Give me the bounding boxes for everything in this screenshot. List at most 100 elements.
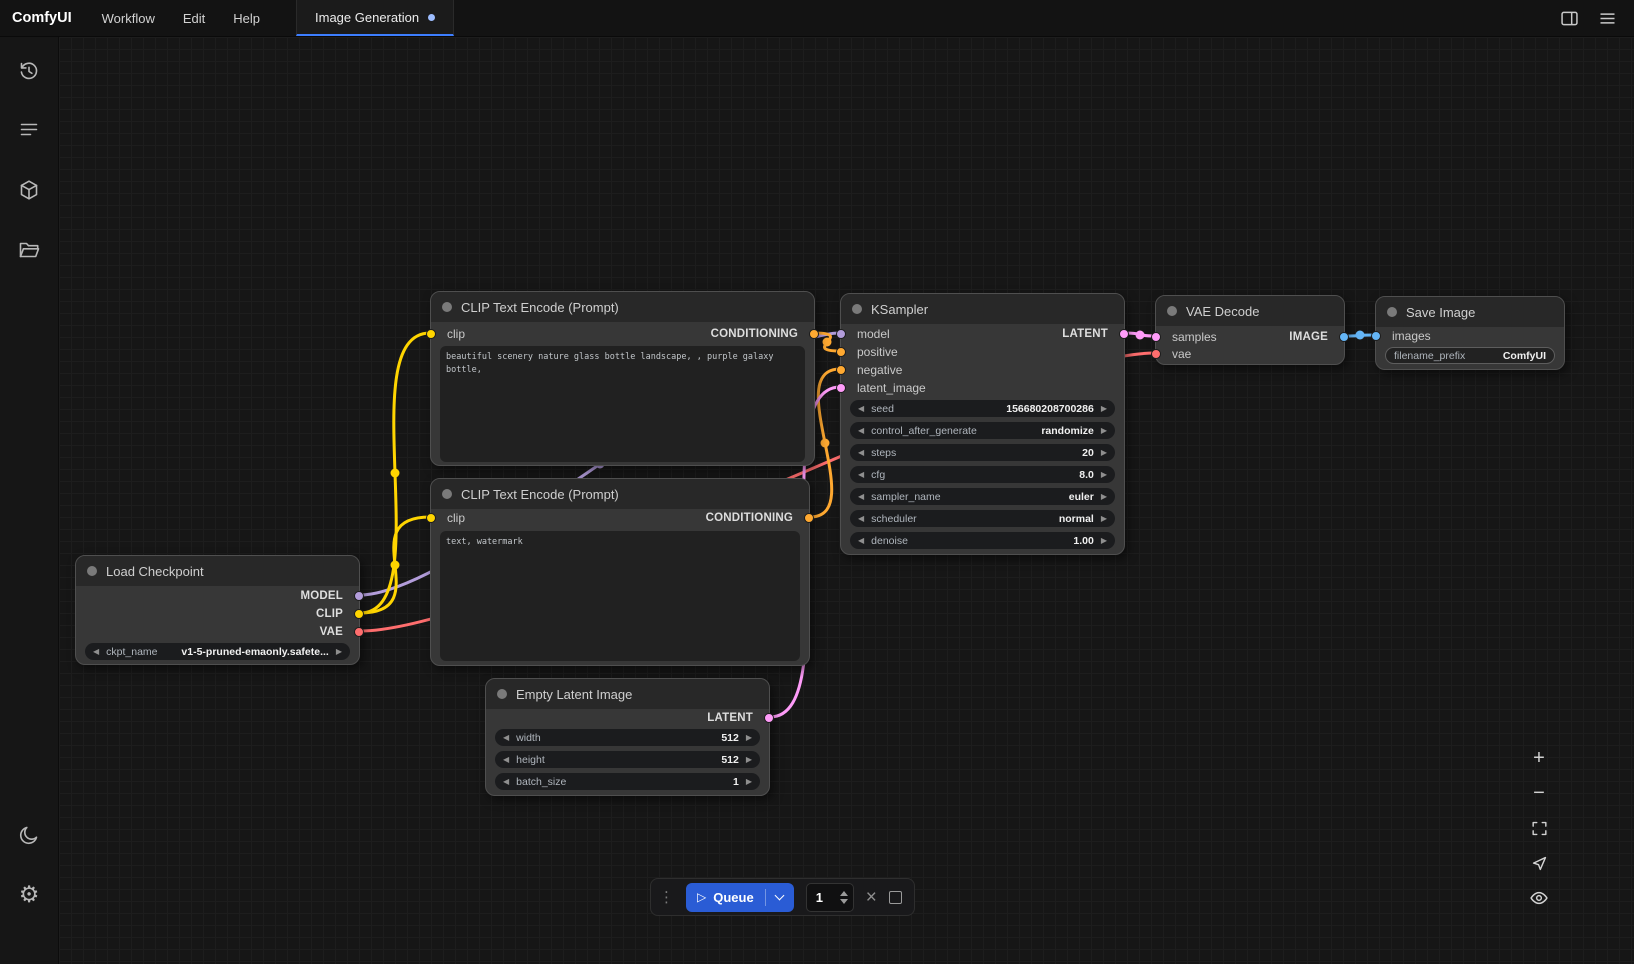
prev-arrow-icon[interactable]: ◀ <box>858 449 864 457</box>
node-graph-canvas[interactable]: Load Checkpoint MODEL CLIP VAE ◀ ckpt_na… <box>59 37 1634 964</box>
node-title-bar[interactable]: VAE Decode <box>1156 296 1344 326</box>
select-mode-pointer-icon[interactable] <box>1525 849 1553 877</box>
widget-height[interactable]: ◀ height 512 ▶ <box>495 751 760 768</box>
next-arrow-icon[interactable]: ▶ <box>1101 493 1107 501</box>
zoom-in-icon[interactable]: + <box>1525 744 1553 772</box>
node-load-checkpoint[interactable]: Load Checkpoint MODEL CLIP VAE ◀ ckpt_na… <box>75 555 360 665</box>
model-input-port[interactable] <box>836 329 846 339</box>
settings-gear-icon[interactable]: ⚙ <box>8 874 50 916</box>
prev-arrow-icon[interactable]: ◀ <box>858 537 864 545</box>
node-empty-latent-image[interactable]: Empty Latent Image LATENT ◀ width 512 ▶ … <box>485 678 770 796</box>
next-arrow-icon[interactable]: ▶ <box>336 648 342 656</box>
widget-control-after-generate[interactable]: ◀ control_after_generate randomize ▶ <box>850 422 1115 439</box>
node-title-bar[interactable]: CLIP Text Encode (Prompt) <box>431 479 809 509</box>
node-vae-decode[interactable]: VAE Decode samples vae IMAGE <box>1155 295 1345 365</box>
model-library-icon[interactable] <box>8 169 50 211</box>
stop-icon[interactable] <box>889 891 902 904</box>
drag-handle-icon[interactable]: ⋮ <box>659 888 674 906</box>
theme-toggle-moon-icon[interactable] <box>8 814 50 856</box>
node-title-bar[interactable]: Save Image <box>1376 297 1564 327</box>
image-output-port[interactable] <box>1339 332 1349 342</box>
prompt-textarea[interactable]: beautiful scenery nature glass bottle la… <box>440 346 805 462</box>
widget-batch-size[interactable]: ◀ batch_size 1 ▶ <box>495 773 760 790</box>
widget-ckpt-name[interactable]: ◀ ckpt_name v1-5-pruned-emaonly.safete..… <box>85 643 350 660</box>
vae-output-port[interactable] <box>354 627 364 637</box>
queue-options-dropdown[interactable] <box>766 895 794 899</box>
link-midpoint-dot[interactable] <box>391 469 400 478</box>
panel-toggle-icon[interactable] <box>1554 5 1584 31</box>
collapse-dot[interactable] <box>87 566 97 576</box>
prev-arrow-icon[interactable]: ◀ <box>858 515 864 523</box>
node-title-bar[interactable]: Load Checkpoint <box>76 556 359 586</box>
widget-width[interactable]: ◀ width 512 ▶ <box>495 729 760 746</box>
decrement-icon[interactable] <box>840 899 848 904</box>
increment-icon[interactable] <box>840 891 848 896</box>
collapse-dot[interactable] <box>442 302 452 312</box>
widget-filename-prefix[interactable]: filename_prefix ComfyUI <box>1385 347 1555 364</box>
prev-arrow-icon[interactable]: ◀ <box>858 427 864 435</box>
node-title-bar[interactable]: Empty Latent Image <box>486 679 769 709</box>
prev-arrow-icon[interactable]: ◀ <box>503 734 509 742</box>
next-arrow-icon[interactable]: ▶ <box>1101 515 1107 523</box>
menu-help[interactable]: Help <box>219 0 274 36</box>
next-arrow-icon[interactable]: ▶ <box>1101 471 1107 479</box>
link-midpoint-dot[interactable] <box>391 561 400 570</box>
prev-arrow-icon[interactable]: ◀ <box>858 405 864 413</box>
next-arrow-icon[interactable]: ▶ <box>1101 537 1107 545</box>
widget-scheduler[interactable]: ◀ scheduler normal ▶ <box>850 510 1115 527</box>
node-save-image[interactable]: Save Image images filename_prefix ComfyU… <box>1375 296 1565 370</box>
node-title-bar[interactable]: CLIP Text Encode (Prompt) <box>431 292 814 322</box>
widget-cfg[interactable]: ◀ cfg 8.0 ▶ <box>850 466 1115 483</box>
workflows-folder-icon[interactable] <box>8 229 50 271</box>
clip-output-port[interactable] <box>354 609 364 619</box>
node-library-icon[interactable] <box>8 109 50 151</box>
hamburger-menu-icon[interactable] <box>1592 5 1622 31</box>
collapse-dot[interactable] <box>1167 306 1177 316</box>
model-output-port[interactable] <box>354 591 364 601</box>
next-arrow-icon[interactable]: ▶ <box>746 778 752 786</box>
link-midpoint-dot[interactable] <box>821 439 830 448</box>
node-clip-text-encode-positive[interactable]: CLIP Text Encode (Prompt) clip CONDITION… <box>430 291 815 466</box>
batch-count-stepper[interactable]: 1 <box>806 883 854 912</box>
collapse-dot[interactable] <box>497 689 507 699</box>
latent-output-port[interactable] <box>764 713 774 723</box>
fit-view-icon[interactable] <box>1525 814 1553 842</box>
node-title-bar[interactable]: KSampler <box>841 294 1124 324</box>
vae-input-port[interactable] <box>1151 349 1161 359</box>
link-midpoint-dot[interactable] <box>823 338 832 347</box>
collapse-dot[interactable] <box>442 489 452 499</box>
prev-arrow-icon[interactable]: ◀ <box>858 493 864 501</box>
prev-arrow-icon[interactable]: ◀ <box>503 756 509 764</box>
collapse-dot[interactable] <box>1387 307 1397 317</box>
toggle-link-visibility-eye-icon[interactable] <box>1525 884 1553 912</box>
history-icon[interactable] <box>8 49 50 91</box>
next-arrow-icon[interactable]: ▶ <box>1101 449 1107 457</box>
menu-workflow[interactable]: Workflow <box>88 0 169 36</box>
next-arrow-icon[interactable]: ▶ <box>746 734 752 742</box>
clip-input-port[interactable] <box>426 329 436 339</box>
conditioning-output-port[interactable] <box>809 329 819 339</box>
conditioning-output-port[interactable] <box>804 513 814 523</box>
prompt-textarea[interactable]: text, watermark <box>440 531 800 661</box>
widget-steps[interactable]: ◀ steps 20 ▶ <box>850 444 1115 461</box>
latent-output-port[interactable] <box>1119 329 1129 339</box>
clear-queue-icon[interactable]: × <box>866 888 877 907</box>
prev-arrow-icon[interactable]: ◀ <box>858 471 864 479</box>
next-arrow-icon[interactable]: ▶ <box>746 756 752 764</box>
zoom-out-icon[interactable]: − <box>1525 779 1553 807</box>
link-midpoint-dot[interactable] <box>1136 331 1145 340</box>
samples-input-port[interactable] <box>1151 332 1161 342</box>
prev-arrow-icon[interactable]: ◀ <box>93 648 99 656</box>
widget-seed[interactable]: ◀ seed 156680208700286 ▶ <box>850 400 1115 417</box>
widget-denoise[interactable]: ◀ denoise 1.00 ▶ <box>850 532 1115 549</box>
link-midpoint-dot[interactable] <box>1356 331 1365 340</box>
node-clip-text-encode-negative[interactable]: CLIP Text Encode (Prompt) clip CONDITION… <box>430 478 810 666</box>
negative-input-port[interactable] <box>836 365 846 375</box>
images-input-port[interactable] <box>1371 331 1381 341</box>
next-arrow-icon[interactable]: ▶ <box>1101 427 1107 435</box>
node-ksampler[interactable]: KSampler model positive negative latent_… <box>840 293 1125 555</box>
menu-edit[interactable]: Edit <box>169 0 219 36</box>
clip-input-port[interactable] <box>426 513 436 523</box>
queue-button[interactable]: ▷ Queue <box>686 883 794 912</box>
prev-arrow-icon[interactable]: ◀ <box>503 778 509 786</box>
